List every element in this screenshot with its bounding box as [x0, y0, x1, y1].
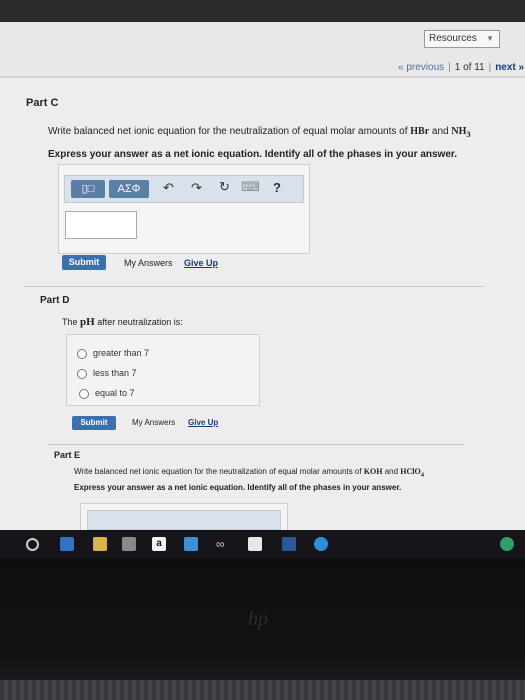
next-link[interactable]: next » [495, 62, 524, 73]
radio-icon[interactable] [77, 368, 87, 379]
answer-editor-partial [80, 503, 288, 530]
editor-toolbar [87, 510, 281, 530]
part-e-question: Write balanced net ionic equation for th… [74, 467, 425, 479]
part-d-give-up-link[interactable]: Give Up [188, 418, 218, 427]
dropbox-icon[interactable] [184, 537, 198, 551]
editor-toolbar: ▯□ ΑΣΦ ↶ ↷ ↻ ⌨ ? [64, 175, 304, 203]
window-top-bar [0, 0, 525, 22]
screen: Resources ▼ « previous | 1 of 11 | next » Pa… [0, 0, 525, 530]
template-button[interactable]: ▯□ [71, 180, 105, 198]
part-c-give-up-link[interactable]: Give Up [184, 258, 218, 268]
laptop-bezel: hp [0, 558, 525, 700]
task-view-icon[interactable] [60, 537, 74, 551]
radio-icon[interactable] [79, 388, 89, 399]
browser-icon[interactable] [314, 537, 328, 551]
option-greater-than-7[interactable]: greater than 7 [77, 348, 149, 359]
redo-icon[interactable]: ↷ [191, 180, 202, 196]
part-d-title: Part D [40, 295, 70, 306]
amazon-icon[interactable]: a [152, 537, 166, 551]
file-explorer-icon[interactable] [93, 537, 107, 551]
infinity-icon[interactable]: ∞ [216, 537, 230, 551]
hp-logo: hp [248, 608, 268, 630]
option-less-than-7[interactable]: less than 7 [77, 368, 137, 379]
section-divider [48, 444, 464, 445]
answer-input[interactable] [65, 211, 137, 239]
resources-label: Resources [429, 33, 477, 44]
part-d-question: The pH after neutralization is: [62, 316, 183, 328]
part-c-instruction: Express your answer as a net ionic equat… [48, 149, 458, 160]
keyboard-grille [0, 680, 525, 700]
mail-icon[interactable] [248, 537, 262, 551]
part-c-question: Write balanced net ionic equation for th… [48, 126, 471, 139]
help-icon[interactable]: ? [273, 180, 281, 195]
keyboard-icon[interactable]: ⌨ [241, 179, 260, 195]
question-panel: Part C Write balanced net ionic equation… [0, 78, 525, 530]
pagination: « previous | 1 of 11 | next » [398, 62, 525, 73]
notifications-icon[interactable] [500, 537, 514, 551]
part-e-instruction: Express your answer as a net ionic equat… [74, 483, 402, 492]
part-d-my-answers-link[interactable]: My Answers [132, 418, 175, 427]
previous-link[interactable]: « previous [398, 62, 444, 73]
part-d-submit-button[interactable]: Submit [72, 416, 116, 430]
resources-dropdown[interactable]: Resources ▼ [424, 30, 500, 48]
taskbar: a ∞ [0, 530, 525, 558]
word-icon[interactable] [282, 537, 296, 551]
store-icon[interactable] [122, 537, 136, 551]
chevron-down-icon: ▼ [486, 34, 494, 43]
reset-icon[interactable]: ↻ [219, 179, 230, 195]
answer-options: greater than 7 less than 7 equal to 7 [66, 334, 260, 406]
part-c-my-answers-link[interactable]: My Answers [124, 258, 173, 268]
part-e-title: Part E [54, 450, 81, 460]
search-icon[interactable] [26, 538, 39, 551]
option-equal-to-7[interactable]: equal to 7 [79, 388, 135, 399]
undo-icon[interactable]: ↶ [163, 180, 174, 196]
page-indicator: 1 of 11 [454, 62, 485, 73]
part-c-title: Part C [26, 97, 59, 109]
section-divider [24, 286, 484, 287]
radio-icon[interactable] [77, 348, 87, 359]
part-c-submit-button[interactable]: Submit [62, 255, 106, 270]
answer-editor: ▯□ ΑΣΦ ↶ ↷ ↻ ⌨ ? [58, 164, 310, 254]
greek-symbols-button[interactable]: ΑΣΦ [109, 180, 149, 198]
